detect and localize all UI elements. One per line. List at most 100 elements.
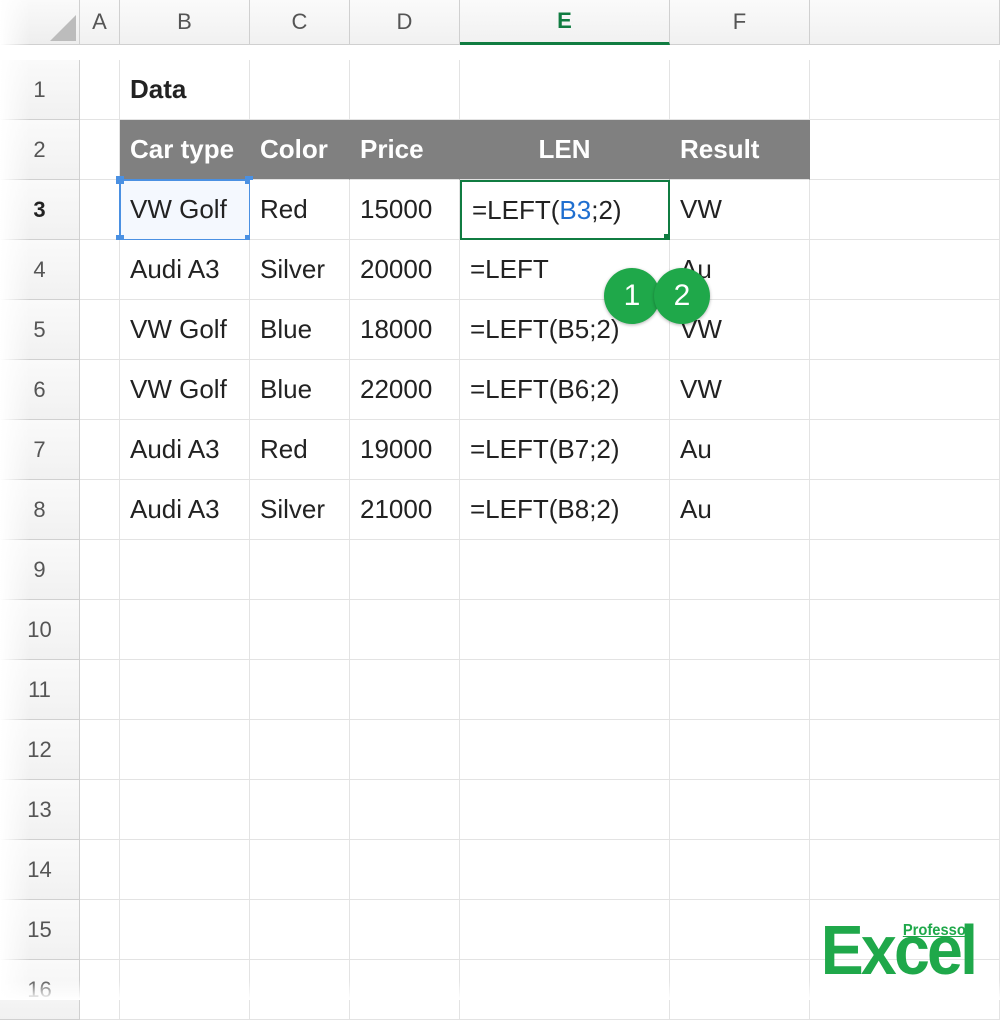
cell-f8[interactable]: Au [670,480,810,540]
col-header-e[interactable]: E [460,0,670,45]
cell[interactable] [80,600,120,660]
table-header-price[interactable]: Price [350,120,460,180]
cell-g5[interactable] [810,300,1000,360]
cell-d8[interactable]: 21000 [350,480,460,540]
cell[interactable] [810,660,1000,720]
cell[interactable] [670,900,810,960]
cell[interactable] [810,600,1000,660]
cell[interactable] [250,780,350,840]
cell-c7[interactable]: Red [250,420,350,480]
cell-a4[interactable] [80,240,120,300]
cell[interactable] [350,900,460,960]
table-header-car[interactable]: Car type [120,120,250,180]
cell-b6[interactable]: VW Golf [120,360,250,420]
cell[interactable] [80,660,120,720]
cell[interactable] [120,840,250,900]
row-header-12[interactable]: 12 [0,720,80,780]
cell[interactable] [670,600,810,660]
cell-a3[interactable] [80,180,120,240]
row-header-6[interactable]: 6 [0,360,80,420]
cell[interactable] [670,840,810,900]
spreadsheet-grid[interactable]: A B C D E F 1 Data 2 Car type Color Pric… [0,0,1000,1020]
cell-g4[interactable] [810,240,1000,300]
cell[interactable] [350,720,460,780]
row-header-16[interactable]: 16 [0,960,80,1020]
cell[interactable] [810,840,1000,900]
select-all-corner[interactable] [0,0,80,45]
cell[interactable] [350,660,460,720]
cell-f1[interactable] [670,60,810,120]
cell-e7[interactable]: =LEFT(B7;2) [460,420,670,480]
cell-b5[interactable]: VW Golf [120,300,250,360]
row-header-11[interactable]: 11 [0,660,80,720]
cell[interactable] [670,960,810,1020]
cell[interactable] [250,600,350,660]
cell[interactable] [350,600,460,660]
cell[interactable] [810,540,1000,600]
cell[interactable] [80,840,120,900]
cell-b8[interactable]: Audi A3 [120,480,250,540]
cell[interactable] [670,660,810,720]
cell-d4[interactable]: 20000 [350,240,460,300]
cell-g7[interactable] [810,420,1000,480]
cell[interactable] [250,900,350,960]
cell[interactable] [80,540,120,600]
cell[interactable] [120,900,250,960]
row-header-10[interactable]: 10 [0,600,80,660]
cell-c4[interactable]: Silver [250,240,350,300]
cell[interactable] [460,960,670,1020]
cell-a8[interactable] [80,480,120,540]
cell-c1[interactable] [250,60,350,120]
row-header-3[interactable]: 3 [0,180,80,240]
cell[interactable] [810,720,1000,780]
cell-b4[interactable]: Audi A3 [120,240,250,300]
cell[interactable] [460,660,670,720]
cell-g6[interactable] [810,360,1000,420]
cell-f7[interactable]: Au [670,420,810,480]
cell-g1[interactable] [810,60,1000,120]
cell-a6[interactable] [80,360,120,420]
cell[interactable] [250,840,350,900]
cell-f6[interactable]: VW [670,360,810,420]
cell-d7[interactable]: 19000 [350,420,460,480]
cell-d6[interactable]: 22000 [350,360,460,420]
cell-a7[interactable] [80,420,120,480]
cell[interactable] [250,540,350,600]
cell-b7[interactable]: Audi A3 [120,420,250,480]
cell-c6[interactable]: Blue [250,360,350,420]
cell[interactable] [460,780,670,840]
cell[interactable] [460,720,670,780]
cell[interactable] [460,540,670,600]
cell[interactable] [80,900,120,960]
row-header-14[interactable]: 14 [0,840,80,900]
cell-g8[interactable] [810,480,1000,540]
cell[interactable] [80,780,120,840]
cell[interactable] [80,960,120,1020]
cell[interactable] [670,780,810,840]
row-header-7[interactable]: 7 [0,420,80,480]
cell[interactable] [120,720,250,780]
row-header-8[interactable]: 8 [0,480,80,540]
cell[interactable] [810,780,1000,840]
cell[interactable] [120,540,250,600]
cell[interactable] [120,600,250,660]
cell-d1[interactable] [350,60,460,120]
cell[interactable] [460,900,670,960]
cell[interactable] [120,660,250,720]
cell-e1[interactable] [460,60,670,120]
cell[interactable] [120,780,250,840]
cell[interactable] [250,960,350,1020]
cell-c3[interactable]: Red [250,180,350,240]
cell-g3[interactable] [810,180,1000,240]
cell[interactable] [350,960,460,1020]
cell[interactable] [250,720,350,780]
cell[interactable] [350,840,460,900]
cell[interactable] [670,540,810,600]
row-header-9[interactable]: 9 [0,540,80,600]
table-header-len[interactable]: LEN [460,120,670,180]
col-header-d[interactable]: D [350,0,460,45]
cell-e8[interactable]: =LEFT(B8;2) [460,480,670,540]
cell[interactable] [350,780,460,840]
cell[interactable] [670,720,810,780]
cell-c5[interactable]: Blue [250,300,350,360]
